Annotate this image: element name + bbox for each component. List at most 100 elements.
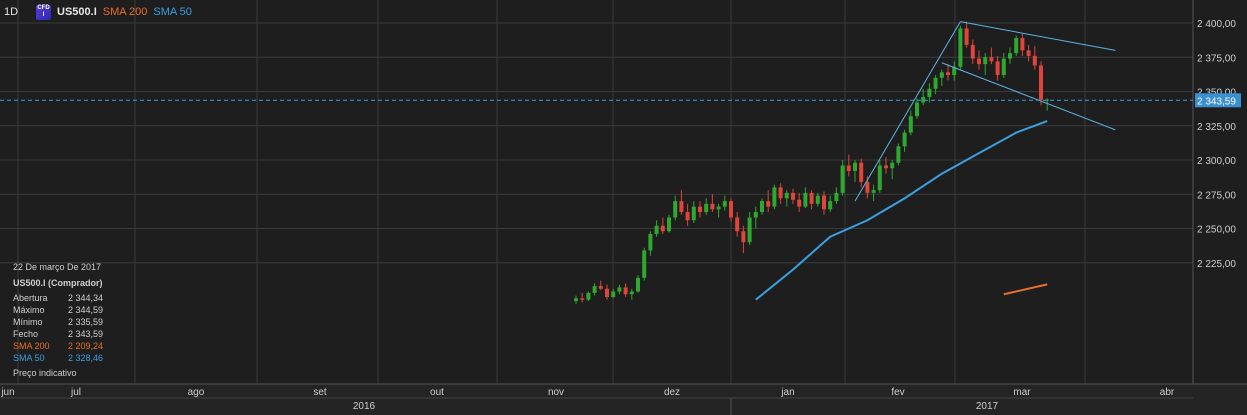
candle-body [679,201,684,213]
month-label: mar [1013,387,1031,398]
month-label: fev [891,387,904,398]
candle-body [791,192,795,200]
candle-body [611,291,616,297]
candle-body [958,28,963,67]
sma200-line [1003,283,1048,296]
trendline [960,21,1116,51]
candle-body [896,146,901,163]
info-row-low: Mínimo 2 335,59 [13,317,104,327]
info-note: Preço indicativo [13,368,77,378]
info-row-sma200: SMA 200 2 209,24 [13,341,104,351]
candle-body [1014,38,1019,54]
candle-body [729,201,733,218]
candle-body [927,88,932,97]
candle-body [890,162,895,169]
candle-body [617,287,622,292]
current-price-label: 2 343,59 [1197,96,1236,107]
candle-body [741,231,746,243]
candle-body [722,201,727,207]
candle-body [989,57,994,62]
y-tick-label: 2 325,00 [1197,122,1236,133]
candle-body [636,277,640,292]
candle-body [815,195,820,204]
candle-body [766,201,771,207]
candle-body [648,233,653,251]
candle-body [654,225,659,234]
candle-body [698,206,702,213]
candle-body [840,165,845,193]
candle-body [586,292,591,300]
candle-body [871,190,876,193]
candle-body [673,201,678,218]
y-tick-label: 2 375,00 [1197,53,1236,64]
month-label: jan [780,387,794,398]
candle-body [1001,58,1006,76]
chart-header: 1D CFD I US500.I SMA 200 SMA 50 [0,4,192,20]
candle-body [623,287,628,295]
candle-body [753,212,758,218]
candle-body [939,72,944,78]
symbol-label[interactable]: US500.I [57,6,97,18]
candle-body [735,217,740,232]
candle-body [964,28,969,45]
info-row-sma50: SMA 50 2 328,46 [13,353,104,363]
candle-body [605,288,609,297]
candlestick-chart[interactable]: 2 225,00 2 250,00 2 275,00 2 300,00 2 325,00… [0,0,1247,415]
candle-body [822,195,826,210]
y-tick-label: 2 250,00 [1197,225,1236,236]
candle-body [580,298,585,300]
year-label: 2016 [353,401,376,412]
candle-body [846,165,851,171]
candle-body [710,203,715,210]
candle-body [642,250,647,278]
candle-body [667,217,671,232]
candle-body [747,217,752,243]
info-date: 22 De março De 2017 [13,262,102,272]
sma200-legend[interactable]: SMA 200 [103,6,148,18]
candle-body [704,203,709,213]
candle-body [859,162,864,182]
timeframe-selector[interactable]: 1D [4,6,30,18]
candle-body [685,212,690,221]
info-panel: 22 De março De 2017 US500.I (Comprador) … [13,262,103,378]
candle-body [716,206,721,210]
candle-body [902,132,907,147]
candle-body [1026,50,1031,56]
candle-body [908,116,913,133]
candle-body [933,77,938,89]
month-label: jun [0,387,14,398]
info-title: US500.I (Comprador) [13,278,103,288]
candle-body [809,192,814,204]
candle-body [760,201,764,213]
candle-body [778,187,783,199]
candle-body [834,192,839,202]
candle-body [598,286,603,289]
candle-body [970,44,975,59]
candle-body [1008,53,1012,59]
trendline [854,21,961,202]
y-tick-label: 2 225,00 [1197,259,1236,270]
y-tick-label: 2 275,00 [1197,190,1236,201]
sma50-legend[interactable]: SMA 50 [153,6,192,18]
candle-body [772,187,777,207]
month-label: ago [188,387,205,398]
candle-body [629,291,634,295]
candle-body [921,96,926,103]
candle-body [946,72,950,76]
candle-body [983,57,988,65]
candle-body [1039,65,1043,100]
candle-body [660,225,665,232]
cfd-badge-icon: CFD I [36,4,51,20]
month-label: jul [70,387,81,398]
candle-body [803,192,808,207]
info-row-high: Máximo 2 344,59 [13,305,104,315]
candle-body [1020,38,1025,51]
candles-group [574,21,1050,304]
candle-body [574,298,578,302]
month-label: out [430,387,444,398]
y-tick-label: 2 300,00 [1197,156,1236,167]
y-tick-label: 2 400,00 [1197,19,1236,30]
candle-body [995,61,1000,76]
candle-body [784,192,789,199]
month-label: set [313,387,327,398]
